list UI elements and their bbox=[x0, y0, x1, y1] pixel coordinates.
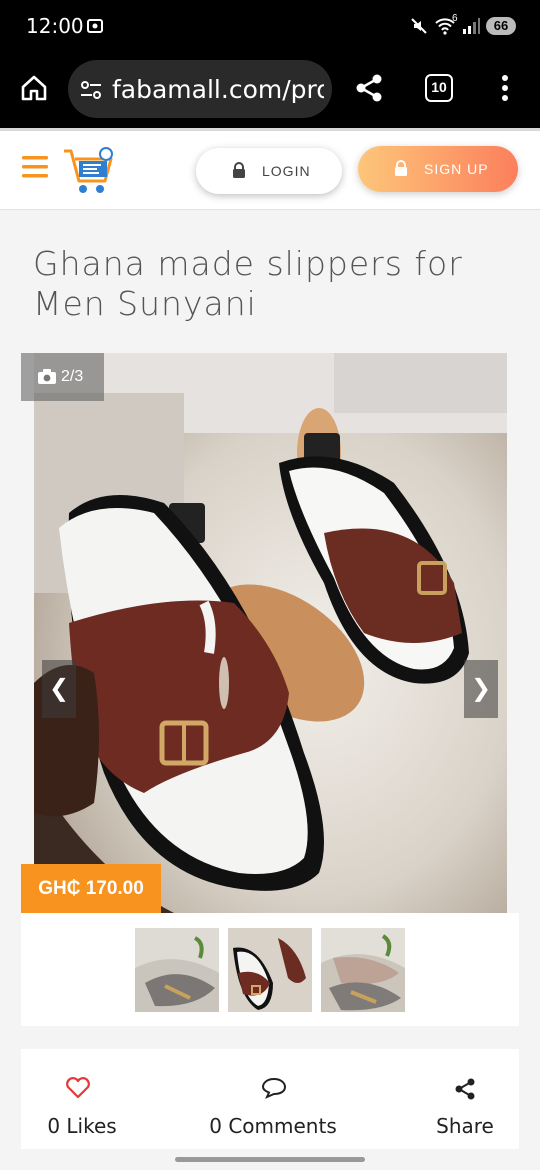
photo-counter-text: 2/3 bbox=[61, 368, 84, 385]
network-badge: 6 bbox=[452, 13, 458, 24]
likes-label: 0 Likes bbox=[47, 1114, 117, 1138]
site-header: LOGIN SIGN UP bbox=[0, 128, 540, 210]
photo-counter: 2/3 bbox=[21, 353, 104, 401]
camera-icon bbox=[38, 369, 56, 384]
comment-button[interactable]: 0 Comments bbox=[196, 1049, 350, 1149]
url-field[interactable]: fabamall.com/prod bbox=[68, 60, 332, 118]
more-menu-icon[interactable] bbox=[498, 74, 512, 104]
social-actions-bar: 0 Likes 0 Comments Share bbox=[21, 1049, 519, 1149]
lock-icon bbox=[395, 160, 407, 176]
site-settings-icon[interactable] bbox=[80, 80, 102, 100]
comments-label: 0 Comments bbox=[209, 1114, 337, 1138]
share-button[interactable]: Share bbox=[421, 1049, 509, 1149]
screen-record-icon bbox=[87, 19, 103, 33]
product-title: Ghana made slippers for Men Sunyani bbox=[33, 244, 463, 323]
tab-switcher-button[interactable]: 10 bbox=[425, 74, 453, 102]
lock-icon bbox=[233, 162, 245, 178]
share-label: Share bbox=[436, 1114, 494, 1138]
gesture-nav-bar[interactable] bbox=[175, 1157, 365, 1162]
share-icon bbox=[455, 1078, 475, 1100]
login-label: LOGIN bbox=[262, 163, 311, 179]
thumbnail-1[interactable] bbox=[135, 928, 219, 1012]
login-button[interactable]: LOGIN bbox=[196, 148, 342, 194]
product-photo[interactable] bbox=[34, 353, 507, 913]
browser-toolbar: fabamall.com/prod 10 bbox=[0, 52, 540, 128]
signup-label: SIGN UP bbox=[424, 161, 489, 177]
status-time: 12:00 bbox=[26, 14, 84, 38]
price-badge: GH₵ 170.00 bbox=[21, 864, 161, 914]
url-text: fabamall.com/prod bbox=[112, 75, 324, 104]
like-button[interactable]: 0 Likes bbox=[21, 1049, 143, 1149]
thumbnail-strip bbox=[21, 913, 519, 1026]
thumbnail-2[interactable] bbox=[228, 928, 312, 1012]
prev-photo-button[interactable]: ❮ bbox=[42, 660, 76, 718]
thumbnail-3[interactable] bbox=[321, 928, 405, 1012]
comment-icon bbox=[261, 1077, 287, 1099]
share-page-icon[interactable] bbox=[354, 73, 384, 103]
site-logo[interactable] bbox=[62, 145, 116, 197]
heart-icon bbox=[66, 1077, 90, 1099]
mute-icon bbox=[411, 18, 427, 34]
hamburger-menu-icon[interactable] bbox=[22, 155, 48, 179]
slipper-image bbox=[34, 353, 507, 913]
home-icon[interactable] bbox=[20, 74, 48, 102]
signal-icon bbox=[463, 18, 480, 34]
status-bar: 12:00 6 66 bbox=[0, 0, 540, 52]
next-photo-button[interactable]: ❯ bbox=[464, 660, 498, 718]
battery-indicator: 66 bbox=[486, 17, 516, 35]
signup-button[interactable]: SIGN UP bbox=[358, 146, 518, 192]
